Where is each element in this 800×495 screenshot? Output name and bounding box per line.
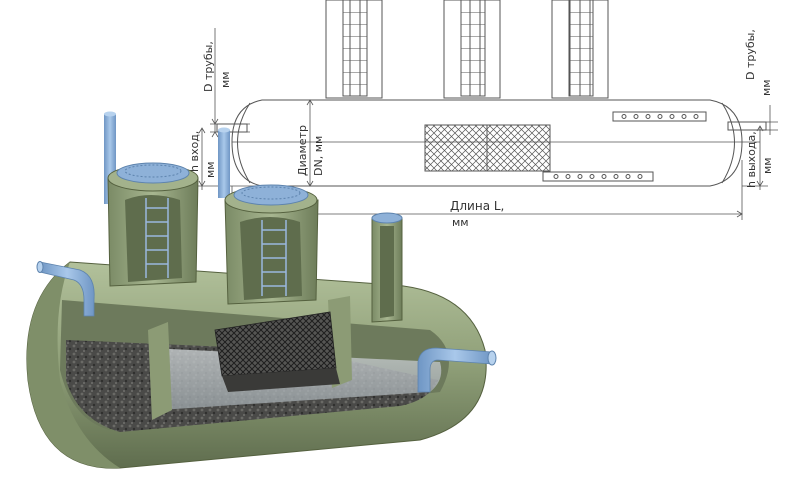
label-h-outlet-unit: мм [761, 157, 774, 174]
label-length: Длина L, [450, 199, 504, 213]
label-diameter: Диаметр [296, 125, 309, 176]
label-d-pipe-right-unit: мм [760, 79, 773, 96]
diagram-canvas: D трубы, мм h вход, мм Диаметр DN, мм Дл… [26, 0, 778, 469]
drawing-perforated-pipe-lower [542, 171, 654, 182]
label-diameter-unit: DN, мм [312, 136, 325, 176]
label-d-pipe-left: D трубы, [202, 41, 215, 92]
stage: D трубы, мм h вход, мм Диаметр DN, мм Дл… [0, 0, 800, 491]
drawing-tank-right-cap [721, 102, 735, 184]
label-d-pipe-left-unit: мм [219, 71, 232, 88]
partition-left [148, 322, 172, 420]
hatch-cover-1 [116, 162, 190, 184]
shaft-1 [107, 162, 199, 287]
label-h-inlet-unit: мм [204, 161, 217, 178]
label-length-unit: мм [452, 216, 469, 229]
drawing-shaft-2 [443, 0, 501, 99]
shaft-2 [224, 184, 319, 305]
hatch-cover-2 [233, 184, 309, 206]
label-h-outlet: h выхода, [745, 131, 758, 188]
drawing-perforated-pipe-upper [612, 111, 707, 122]
vent-pipe-middle [218, 130, 230, 198]
drawing-shaft-1 [325, 0, 383, 99]
drawing-shaft-3 [551, 0, 609, 99]
shaft-3 [371, 212, 403, 323]
label-d-pipe-right: D трубы, [744, 29, 757, 80]
label-h-inlet: h вход, [188, 131, 201, 172]
